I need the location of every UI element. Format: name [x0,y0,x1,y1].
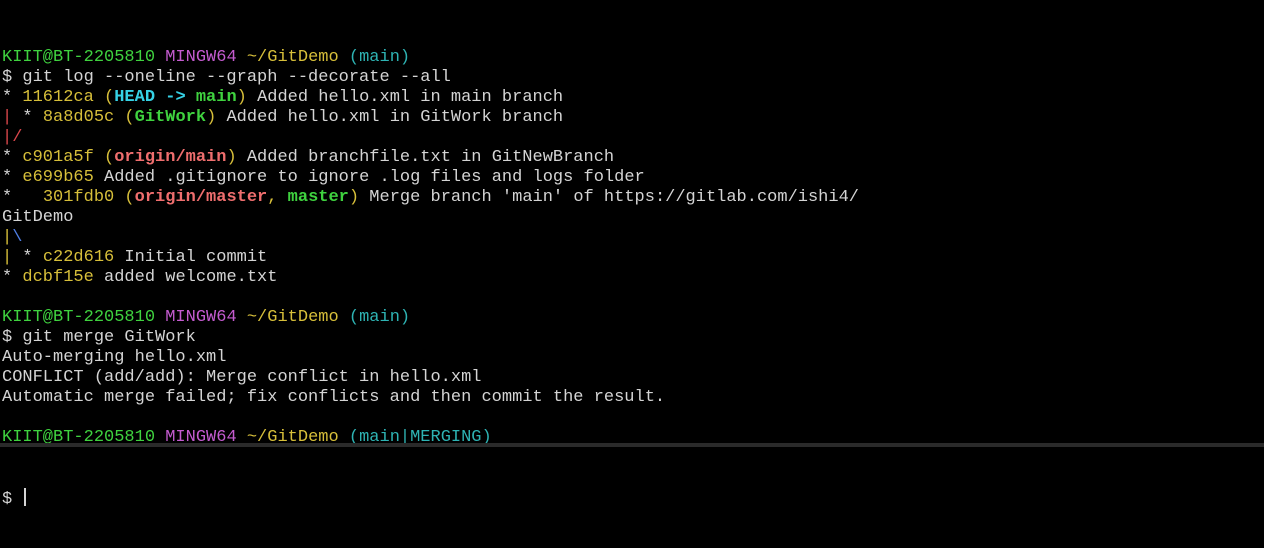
line-segment: |/ [2,128,23,147]
terminal-line: |/ [2,128,1264,148]
line-segment: , [267,188,288,207]
line-segment: \ [12,228,23,247]
line-segment: | [2,108,13,127]
line-segment: ) [236,88,247,107]
line-segment: * [12,248,43,267]
line-segment: * [2,188,43,207]
window-bottom-edge [0,443,1264,447]
line-segment: ~/GitDemo [246,308,339,327]
terminal-line: * c901a5f (origin/main) Added branchfile… [2,148,1264,168]
text-cursor [24,488,27,506]
terminal-line: * 301fdb0 (origin/master, master) Merge … [2,188,1264,208]
terminal-line: | * 8a8d05c (GitWork) Added hello.xml in… [2,108,1264,128]
line-segment: ( [114,108,135,127]
line-segment [155,48,165,67]
line-segment: Added branchfile.txt in GitNewBranch [236,148,615,167]
line-segment: | [2,228,13,247]
line-segment [237,308,247,327]
line-segment: KIIT@BT-2205810 [2,308,156,327]
line-segment: Automatic merge failed; fix conflicts an… [2,388,666,407]
line-segment: ~/GitDemo [246,48,339,67]
terminal-line: GitDemo [2,208,1264,228]
line-segment: KIIT@BT-2205810 [2,48,156,67]
line-segment: Added hello.xml in GitWork branch [216,108,564,127]
terminal-line: KIIT@BT-2205810 MINGW64 ~/GitDemo (main) [2,48,1264,68]
terminal-line: | * c22d616 Initial commit [2,248,1264,268]
terminal-line: Auto-merging hello.xml [2,348,1264,368]
terminal-line: |\ [2,228,1264,248]
line-segment: ) [226,148,237,167]
line-segment: 8a8d05c [42,108,115,127]
line-segment: (main) [348,308,411,327]
terminal-line: KIIT@BT-2205810 MINGW64 ~/GitDemo (main) [2,308,1264,328]
line-segment [237,48,247,67]
line-segment: 301fdb0 [42,188,115,207]
terminal-window[interactable]: KIIT@BT-2205810 MINGW64 ~/GitDemo (main)… [0,0,1264,509]
input-line[interactable]: $ [2,488,1264,509]
terminal-line: Automatic merge failed; fix conflicts an… [2,388,1264,408]
line-segment: ( [93,148,115,167]
line-segment: c22d616 [42,248,115,267]
line-segment [339,308,349,327]
line-segment: (main) [348,48,411,67]
line-segment: MINGW64 [165,48,237,67]
line-segment: added welcome.txt [93,268,278,287]
line-segment: Initial commit [114,248,268,267]
terminal-line: $ git merge GitWork [2,328,1264,348]
terminal-line: CONFLICT (add/add): Merge conflict in he… [2,368,1264,388]
line-segment: ( [93,88,115,107]
line-segment: GitDemo [2,208,74,227]
terminal-line: $ git log --oneline --graph --decorate -… [2,68,1264,88]
terminal-output: KIIT@BT-2205810 MINGW64 ~/GitDemo (main)… [2,48,1264,448]
line-segment: * [2,268,23,287]
line-segment: main [195,88,237,107]
line-segment: e699b65 [22,168,94,187]
line-segment: CONFLICT (add/add): Merge conflict in he… [2,368,482,387]
line-segment: | [2,248,13,267]
line-segment [339,48,349,67]
line-segment: HEAD -> [114,88,196,107]
line-segment: * [2,168,23,187]
line-segment: dcbf15e [22,268,94,287]
line-segment: origin/master [134,188,268,207]
line-segment: ) [348,188,360,207]
terminal-line: * e699b65 Added .gitignore to ignore .lo… [2,168,1264,188]
line-segment: * [2,148,23,167]
line-segment: GitWork [134,108,207,127]
terminal-line: * dcbf15e added welcome.txt [2,268,1264,288]
line-segment: 11612ca [22,88,94,107]
line-segment: c901a5f [22,148,94,167]
line-segment: ( [114,188,135,207]
prompt-symbol: $ [2,490,23,509]
line-segment [155,308,165,327]
line-segment: MINGW64 [165,308,237,327]
line-segment: Added .gitignore to ignore .log files an… [93,168,645,187]
line-segment: Added hello.xml in main branch [246,88,564,107]
line-segment: Merge branch 'main' of https://gitlab.co… [359,188,859,207]
line-segment: Auto-merging hello.xml [2,348,227,367]
line-segment: $ git merge GitWork [2,328,196,347]
line-segment: ) [206,108,217,127]
line-segment: * [2,88,23,107]
line-segment: * [12,108,43,127]
line-segment: master [287,188,349,207]
line-segment: origin/main [114,148,227,167]
terminal-line: * 11612ca (HEAD -> main) Added hello.xml… [2,88,1264,108]
line-segment: $ git log --oneline --graph --decorate -… [2,68,451,87]
